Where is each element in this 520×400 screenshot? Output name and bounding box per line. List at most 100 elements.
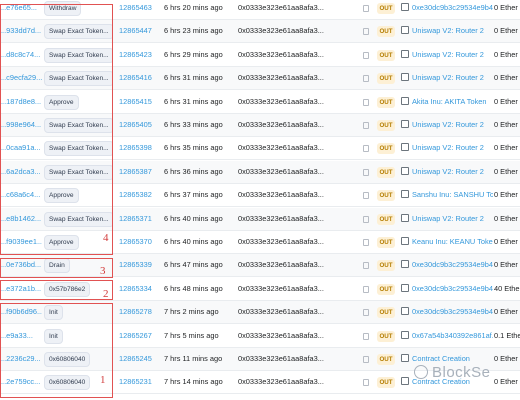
block-link[interactable]: 12865463 [119, 0, 159, 19]
block-link[interactable]: 12865245 [119, 348, 159, 370]
direction-badge: OUT [377, 354, 395, 365]
direction-badge: OUT [377, 96, 395, 108]
block-link[interactable]: 12865387 [119, 161, 159, 183]
block-link[interactable]: 12865398 [119, 137, 159, 159]
to-address-link[interactable]: 0xe30dc9b3c29534e9b4... [401, 254, 493, 276]
copy-address-icon[interactable] [363, 168, 369, 176]
to-address-link[interactable]: Uniswap V2: Router 2 [401, 208, 493, 230]
from-address-link[interactable]: 0x0333e323e61aa8afa3... [238, 348, 350, 370]
tx-hash-link[interactable]: ...2236c29... [0, 348, 42, 370]
copy-address-icon[interactable] [363, 145, 369, 153]
tx-hash-link[interactable]: ...933dd7d... [0, 20, 42, 42]
to-address-link[interactable]: 0xe30dc9b3c29534e9b4... [401, 0, 493, 19]
copy-address-icon[interactable] [363, 28, 369, 36]
method-cell: Approve [44, 184, 112, 206]
copy-address-icon[interactable] [363, 5, 369, 12]
block-link[interactable]: 12865416 [119, 67, 159, 89]
from-address-link[interactable]: 0x0333e323e61aa8afa3... [238, 371, 350, 393]
copy-address-icon[interactable] [363, 332, 369, 340]
copy-address-icon[interactable] [363, 122, 369, 129]
tx-hash-link[interactable]: ...e8b1462... [0, 208, 42, 230]
block-link[interactable]: 12865370 [119, 231, 159, 253]
copy-address-icon[interactable] [363, 51, 369, 59]
from-address-link[interactable]: 0x0333e323e61aa8afa3... [238, 325, 350, 347]
copy-icon [401, 283, 409, 292]
from-address-link[interactable]: 0x0333e323e61aa8afa3... [238, 44, 350, 66]
tx-hash-link[interactable]: ...187d8e8... [0, 91, 42, 113]
tx-hash-link[interactable]: ...e372a1b... [0, 278, 42, 300]
copy-address-icon[interactable] [363, 356, 369, 363]
block-link[interactable]: 12865267 [119, 325, 159, 347]
to-address-link[interactable]: 0xe30dc9b3c29534e9b4... [401, 301, 493, 323]
method-badge: 0x60806040 [44, 375, 91, 391]
to-address-link[interactable]: Uniswap V2: Router 2 [401, 67, 493, 89]
copy-address-icon[interactable] [363, 262, 369, 270]
block-link[interactable]: 12865278 [119, 301, 159, 323]
copy-address-icon[interactable] [363, 215, 369, 223]
copy-address-icon[interactable] [363, 239, 369, 246]
block-link[interactable]: 12865231 [119, 371, 159, 393]
from-address-link[interactable]: 0x0333e323e61aa8afa3... [238, 137, 350, 159]
to-address-link[interactable]: Sanshu Inu: SANSHU To... [401, 184, 493, 206]
method-badge: Approve [44, 188, 79, 204]
from-address-link[interactable]: 0x0333e323e61aa8afa3... [238, 67, 350, 89]
from-address-link[interactable]: 0x0333e323e61aa8afa3... [238, 208, 350, 230]
tx-hash-link[interactable]: ...c9ecfa29... [0, 67, 42, 89]
block-link[interactable]: 12865371 [119, 208, 159, 230]
tx-hash-link[interactable]: ...c68a6c4... [0, 184, 42, 206]
to-address-link[interactable]: 0xe30dc9b3c29534e9b4... [401, 278, 493, 300]
copy-address-icon[interactable] [363, 309, 369, 317]
value-text: 0 Ether [494, 213, 518, 223]
tx-hash-link[interactable]: ...f90b6d96... [0, 301, 42, 323]
value-text: 0 Ether [494, 120, 518, 129]
from-address-link[interactable]: 0x0333e323e61aa8afa3... [238, 161, 350, 183]
age-text: 6 hrs 31 mins ago [164, 96, 223, 106]
annotation-label-2: 2 [103, 288, 109, 300]
block-link[interactable]: 12865334 [119, 278, 159, 300]
to-address-link[interactable]: Keanu Inu: KEANU Token [401, 231, 493, 253]
to-address-link[interactable]: Uniswap V2: Router 2 [401, 114, 493, 136]
block-link[interactable]: 12865382 [119, 184, 159, 206]
method-badge: Withdraw [44, 1, 82, 16]
from-address-link[interactable]: 0x0333e323e61aa8afa3... [238, 254, 350, 276]
from-address-link[interactable]: 0x0333e323e61aa8afa3... [238, 301, 350, 323]
block-link[interactable]: 12865405 [119, 114, 159, 136]
from-address-link[interactable]: 0x0333e323e61aa8afa3... [238, 184, 350, 206]
from-address-link[interactable]: 0x0333e323e61aa8afa3... [238, 114, 350, 136]
to-address-text: 0xe30dc9b3c29534e9b4... [412, 260, 493, 270]
to-address-link[interactable]: Uniswap V2: Router 2 [401, 161, 493, 183]
block-link[interactable]: 12865423 [119, 44, 159, 66]
method-cell: Swap Exact Token... [44, 208, 112, 230]
copy-address-icon[interactable] [363, 379, 369, 387]
tx-hash-link[interactable]: ...e76e65... [0, 0, 42, 19]
to-address-link[interactable]: 0x67a54b340392e861af... [401, 325, 493, 347]
from-address-link[interactable]: 0x0333e323e61aa8afa3... [238, 231, 350, 253]
tx-hash-link[interactable]: ...f9039ee1... [0, 231, 42, 253]
from-address-link[interactable]: 0x0333e323e61aa8afa3... [238, 91, 350, 113]
tx-hash-link[interactable]: ...0caa91a... [0, 137, 42, 159]
tx-hash-link[interactable]: ...2e759cc... [0, 371, 42, 393]
copy-address-icon[interactable] [363, 192, 369, 200]
from-address-link[interactable]: 0x0333e323e61aa8afa3... [238, 278, 350, 300]
tx-hash-link[interactable]: ...6a2dca3... [0, 161, 42, 183]
method-badge: Swap Exact Token... [44, 211, 112, 227]
copy-address-icon[interactable] [363, 75, 369, 83]
to-address-link[interactable]: Uniswap V2: Router 2 [401, 137, 493, 159]
copy-address-icon[interactable] [363, 98, 369, 106]
to-address-link[interactable]: Uniswap V2: Router 2 [401, 44, 493, 66]
to-address-link[interactable]: Uniswap V2: Router 2 [401, 20, 493, 42]
block-link[interactable]: 12865447 [119, 20, 159, 42]
tx-hash-link[interactable]: ...0e736bd... [0, 254, 42, 276]
block-link[interactable]: 12865415 [119, 91, 159, 113]
from-address-link[interactable]: 0x0333e323e61aa8afa3... [238, 20, 350, 42]
from-address-link[interactable]: 0x0333e323e61aa8afa3... [238, 0, 350, 19]
method-badge: 0x60806040 [44, 352, 91, 367]
tx-hash-link[interactable]: ...998e964... [0, 114, 42, 136]
block-link[interactable]: 12865339 [119, 254, 159, 276]
copy-address-icon[interactable] [363, 285, 369, 293]
to-address-link[interactable]: Akita Inu: AKITA Token [401, 91, 493, 113]
age-text: 6 hrs 33 mins ago [164, 120, 223, 129]
tx-hash-link[interactable]: ...d8c8c74... [0, 44, 42, 66]
tx-hash-link[interactable]: ...e9a33... [0, 325, 42, 347]
to-address-text: Keanu Inu: KEANU Token [412, 237, 493, 246]
